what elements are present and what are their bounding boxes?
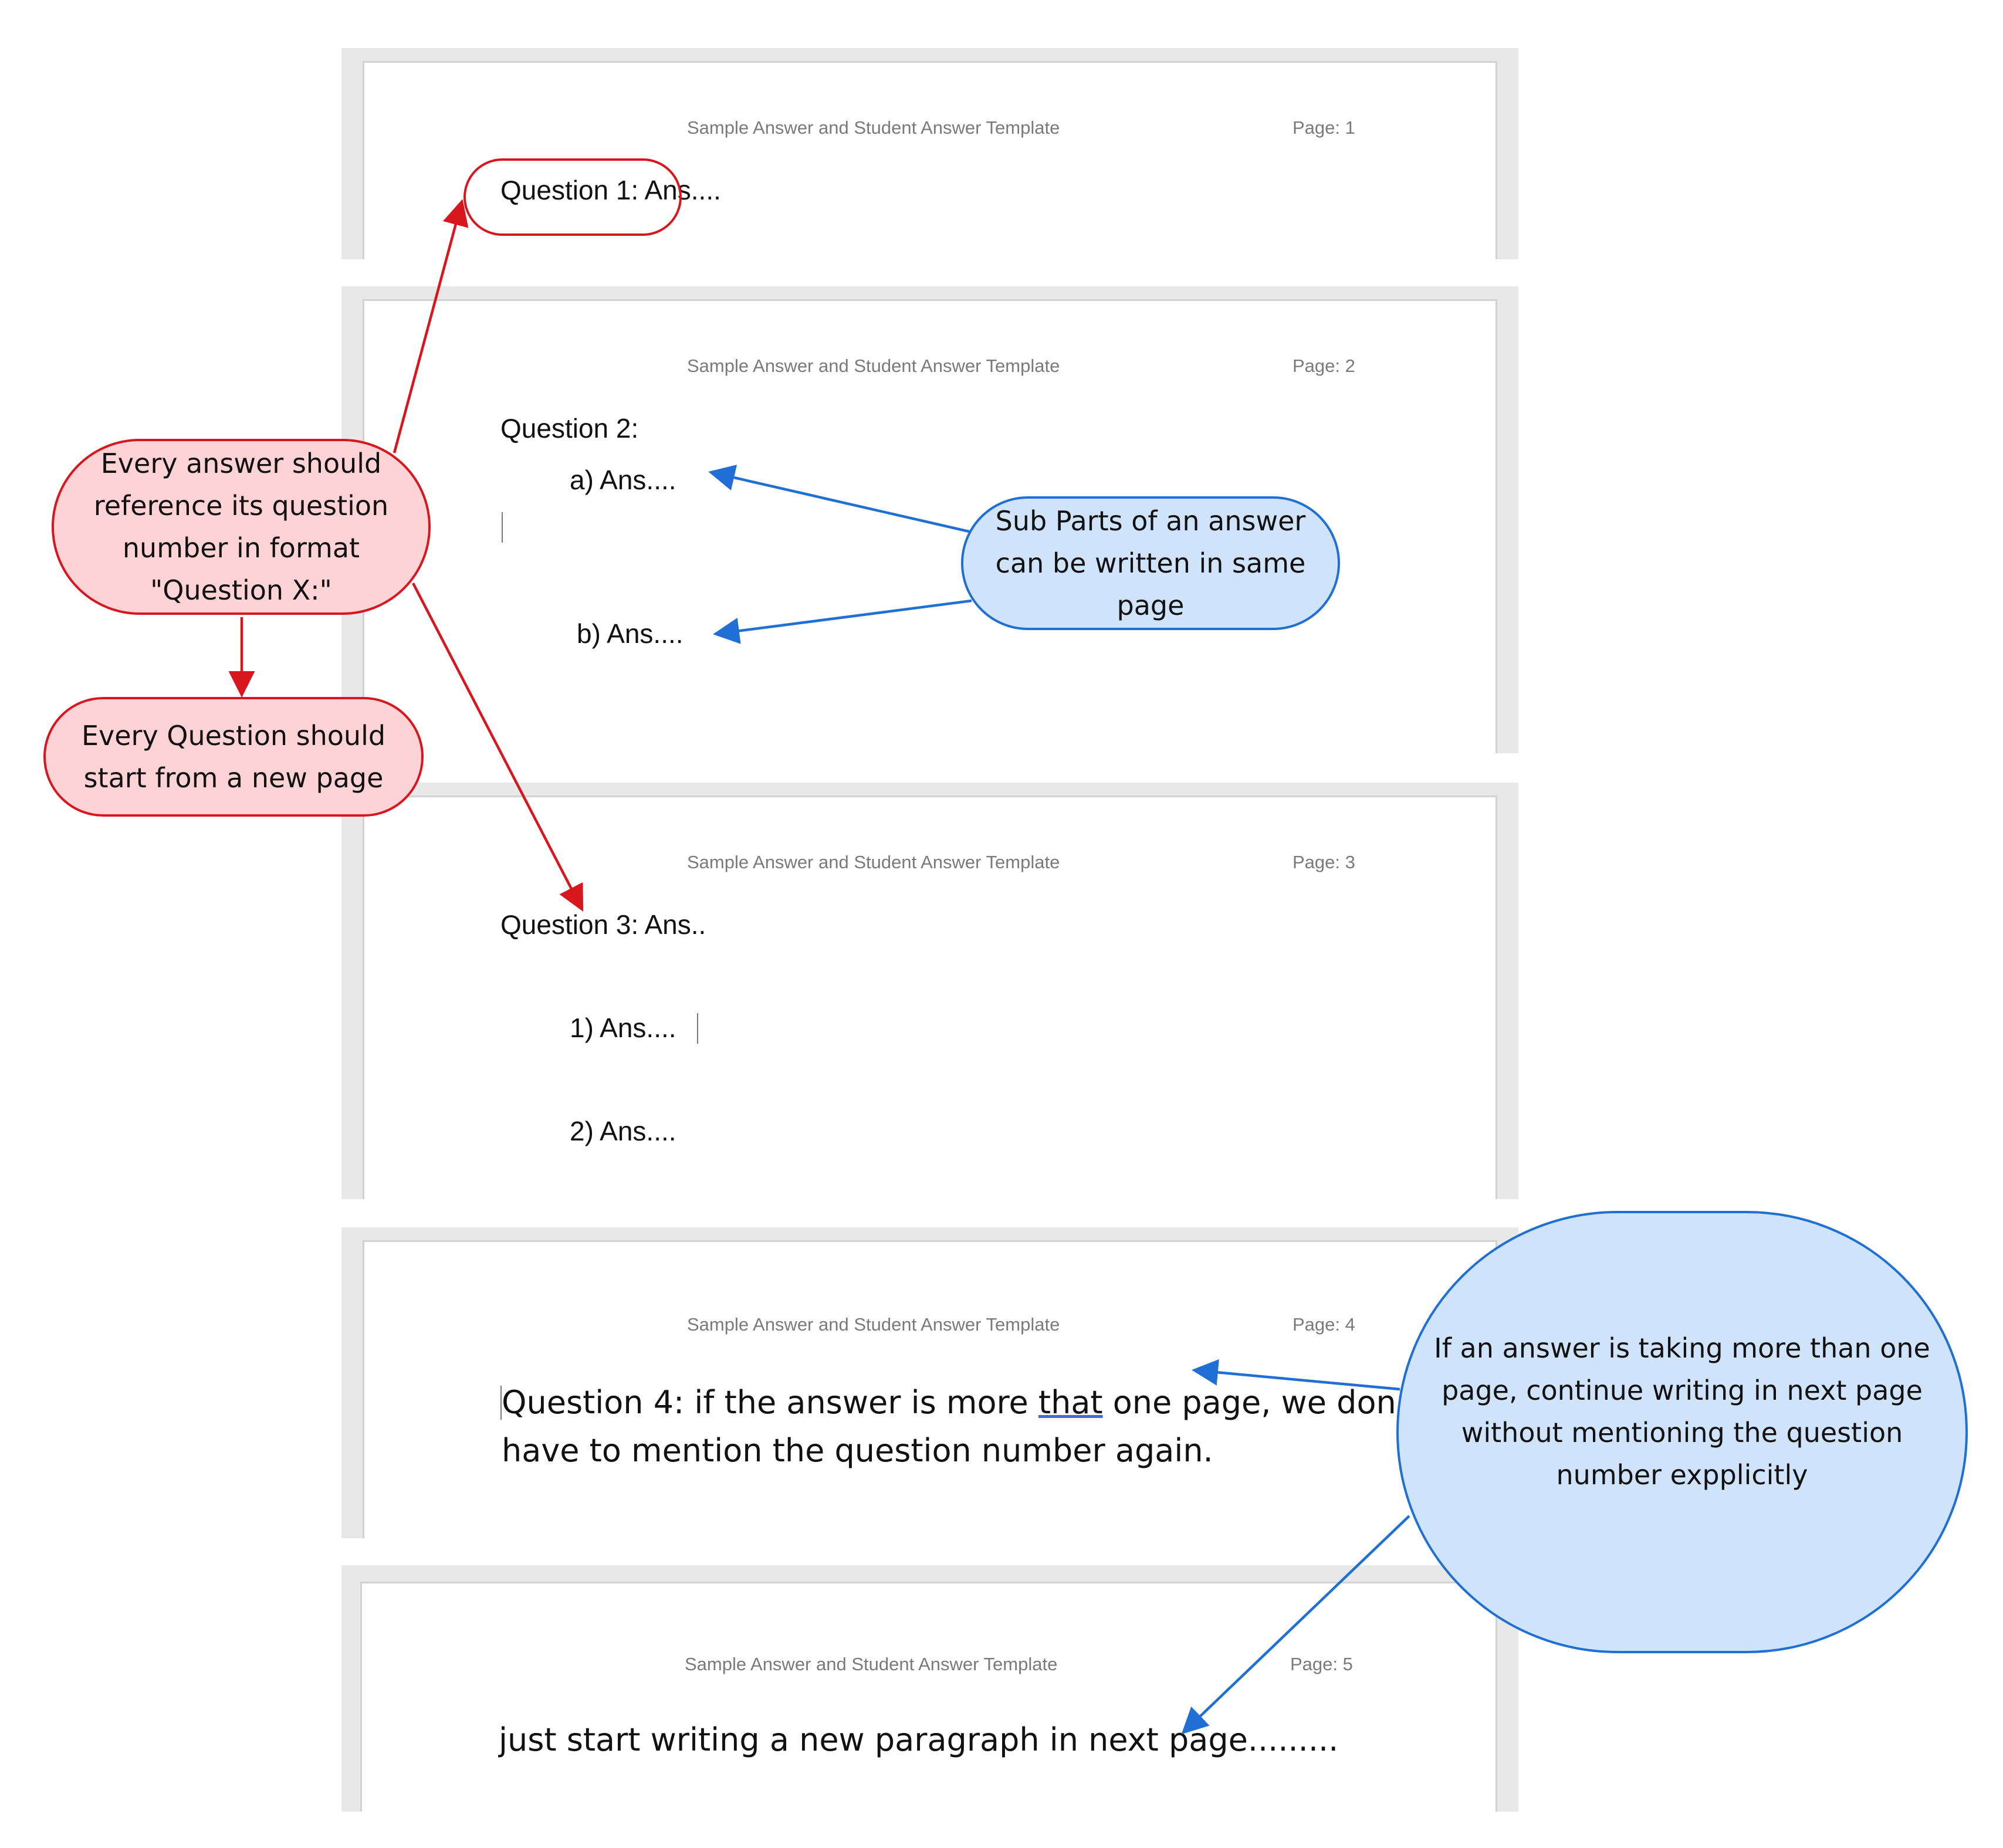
callout-sub-parts: Sub Parts of an answer can be written in… <box>961 496 1340 630</box>
arrow-to-page-5-text <box>1181 1515 1410 1735</box>
callout-new-page-text: Every Question should start from a new p… <box>81 720 386 794</box>
arrow-to-question-1 <box>393 199 469 453</box>
callout-sub-parts-text: Sub Parts of an answer can be written in… <box>995 505 1306 621</box>
callout-continue-text: If an answer is taking more than one pag… <box>1434 1332 1930 1491</box>
callout-new-page: Every Question should start from a new p… <box>43 697 424 817</box>
arrow-to-page-4-text <box>1192 1359 1400 1391</box>
arrow-to-question-3 <box>412 582 584 912</box>
arrow-to-sub-b <box>713 599 972 644</box>
arrow-to-sub-a <box>708 465 970 533</box>
callout-reference-text: Every answer should reference its questi… <box>93 448 389 606</box>
callout-reference-question-number: Every answer should reference its questi… <box>52 439 431 615</box>
callout-continue-next-page: If an answer is taking more than one pag… <box>1396 1211 1968 1653</box>
